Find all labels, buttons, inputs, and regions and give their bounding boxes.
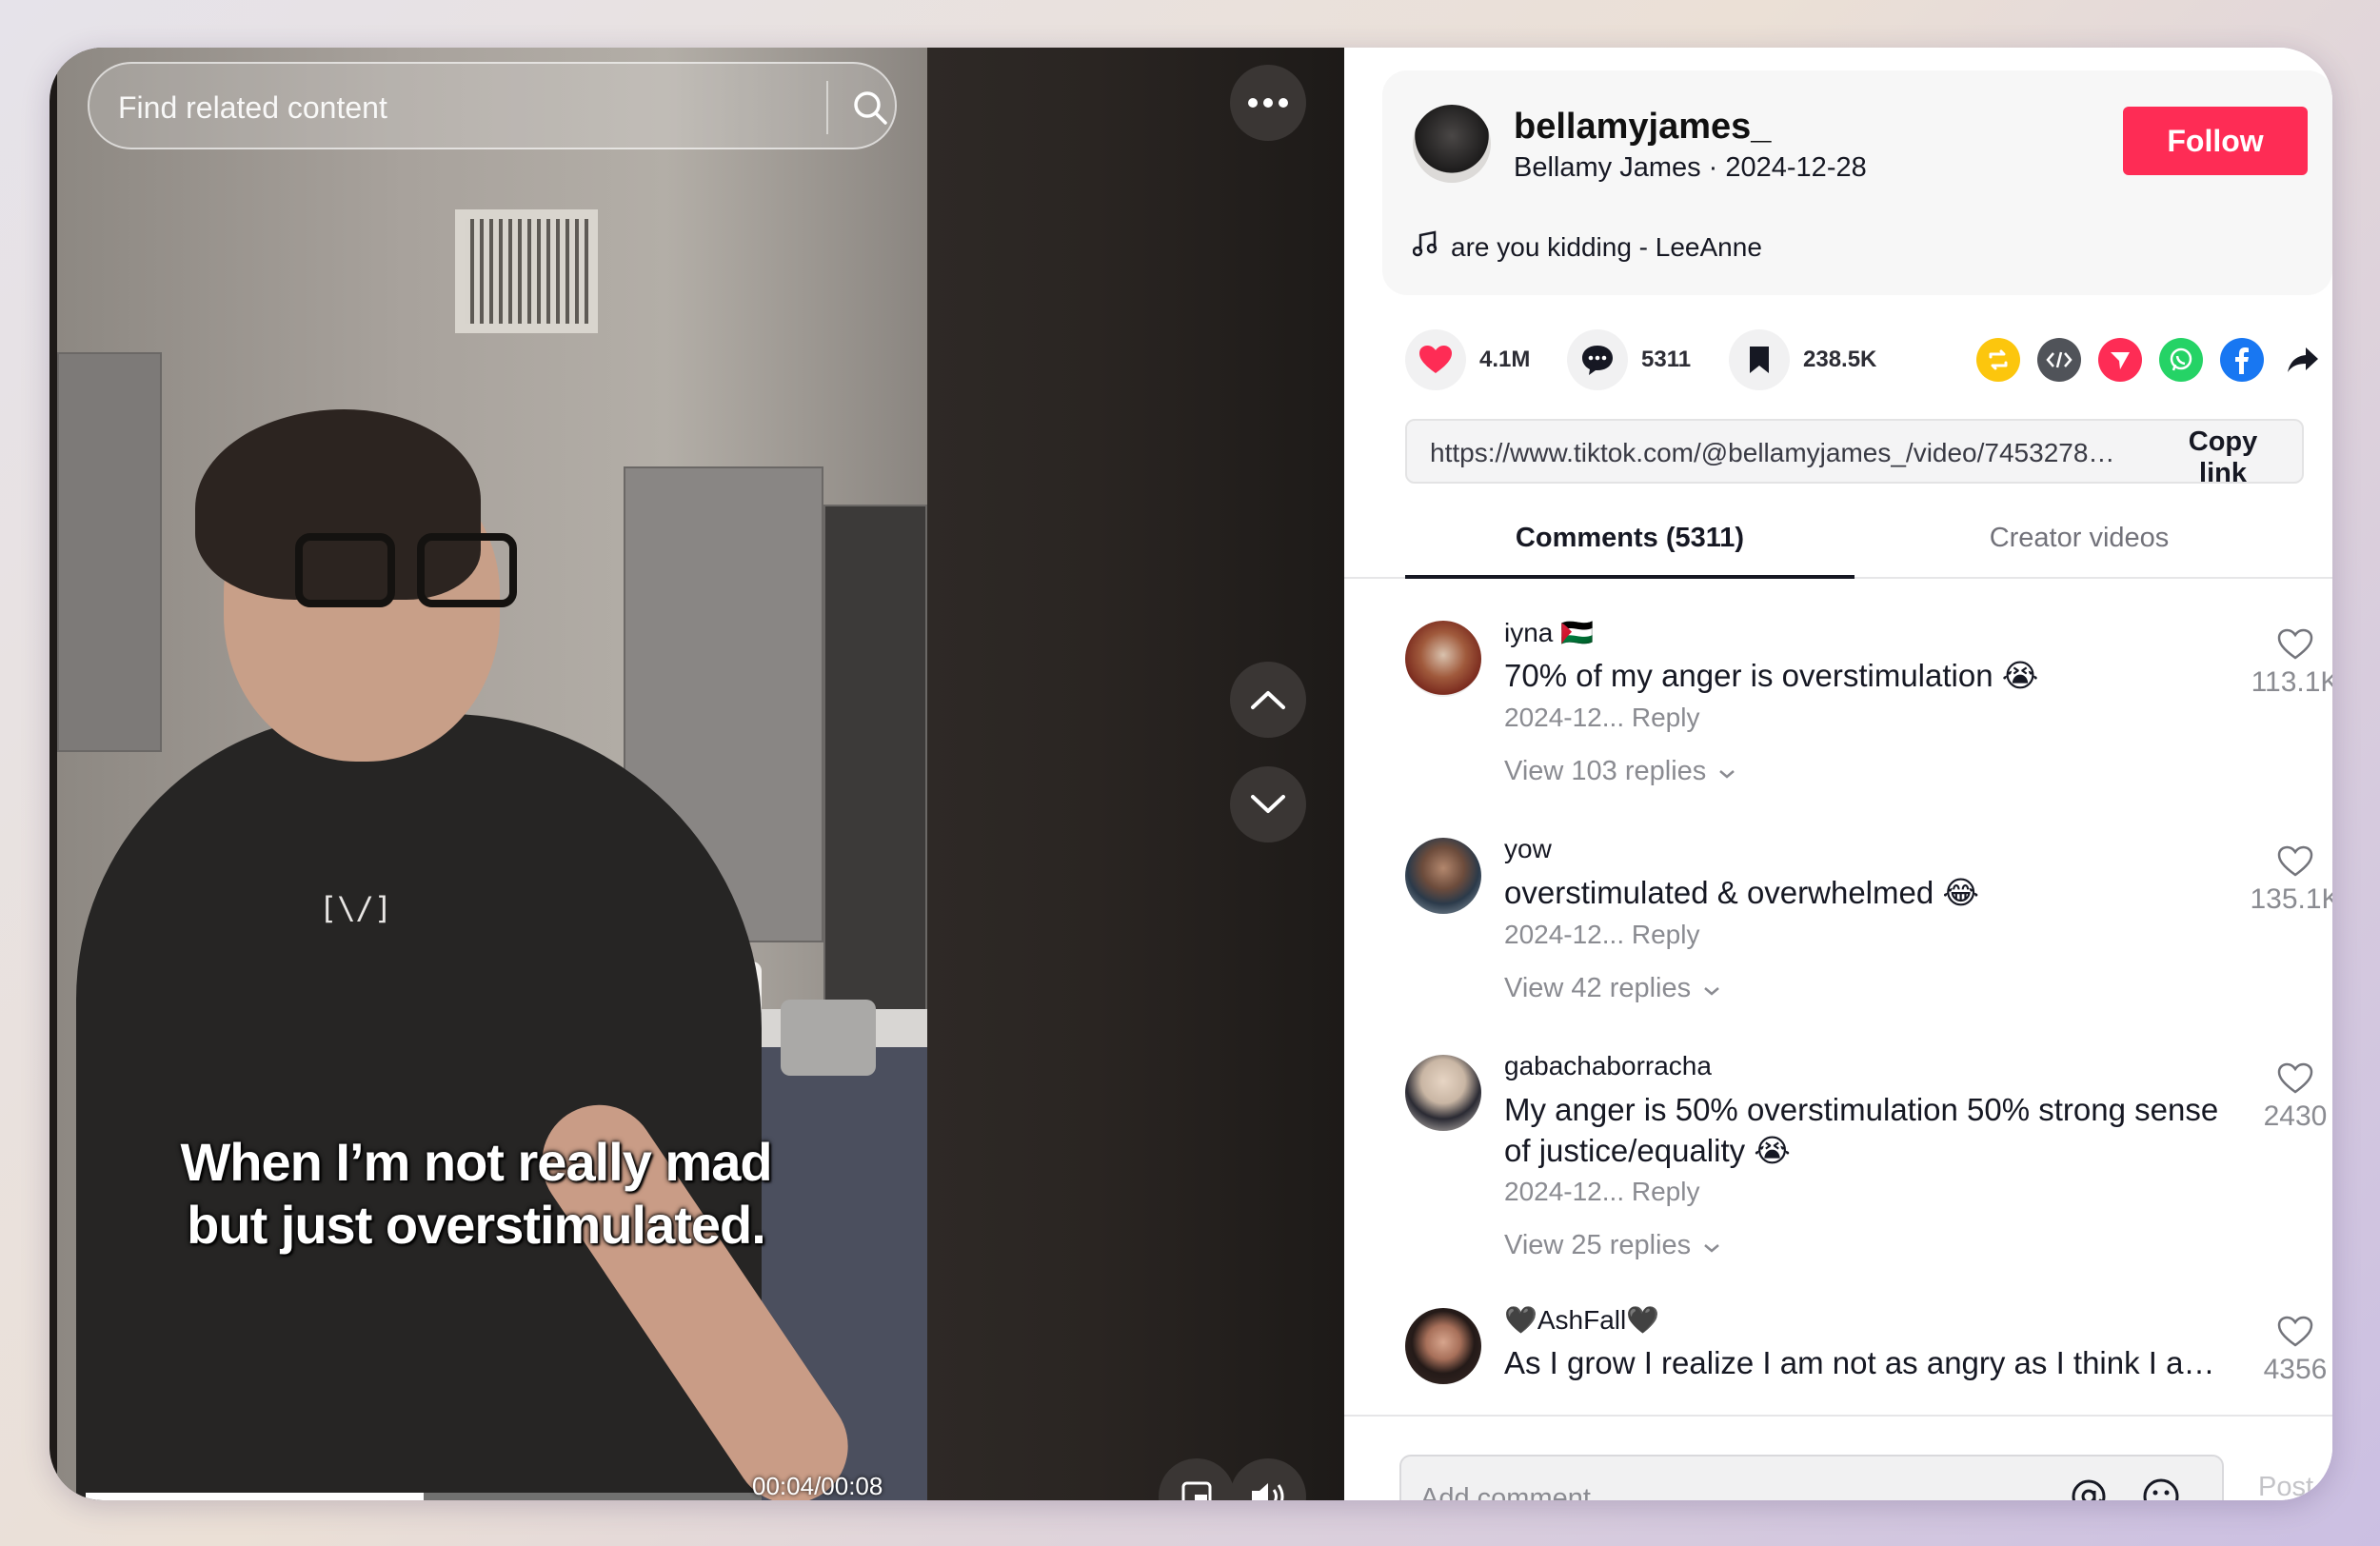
chevron-up-icon[interactable] bbox=[1230, 662, 1306, 738]
chevron-down-icon bbox=[1702, 973, 1721, 1004]
comment-like-count: 4356 bbox=[2263, 1354, 2328, 1385]
commenter-name[interactable]: gabachaborracha bbox=[1504, 1051, 1712, 1081]
comment-text: 70% of my anger is overstimulation 😭 bbox=[1504, 658, 2039, 693]
view-replies-label: View 42 replies bbox=[1504, 973, 1692, 1003]
embed-icon[interactable] bbox=[2037, 338, 2081, 382]
kitchen-cabinet bbox=[57, 352, 162, 752]
video-link-box: https://www.tiktok.com/@bellamyjames_/vi… bbox=[1405, 419, 2304, 488]
video-timecode: 00:04/00:08 bbox=[752, 1472, 883, 1500]
comment-list[interactable]: iyna 🇵🇸 70% of my anger is overstimulati… bbox=[1344, 581, 2332, 1466]
post-button[interactable]: Post bbox=[2258, 1472, 2313, 1500]
commenter-avatar[interactable] bbox=[1405, 1308, 1481, 1384]
music-row[interactable]: are you kidding - LeeAnne bbox=[1412, 230, 1762, 264]
commenter-avatar[interactable] bbox=[1405, 621, 1481, 697]
shirt-logo: [\/] bbox=[319, 890, 393, 926]
view-replies-label: View 103 replies bbox=[1504, 756, 1707, 786]
air-vent bbox=[455, 209, 598, 333]
search-input[interactable] bbox=[118, 81, 823, 134]
commenter-name[interactable]: iyna 🇵🇸 bbox=[1504, 617, 1594, 648]
save-count: 238.5K bbox=[1803, 347, 1877, 372]
chevron-down-icon bbox=[1717, 756, 1736, 787]
emoji-icon[interactable] bbox=[2140, 1476, 2182, 1500]
facebook-icon[interactable] bbox=[2220, 338, 2264, 382]
send-icon[interactable] bbox=[2098, 338, 2142, 382]
chevron-down-icon bbox=[1702, 1230, 1721, 1261]
copy-link-button[interactable]: Copy link bbox=[2144, 426, 2302, 488]
whatsapp-icon[interactable] bbox=[2159, 338, 2203, 382]
stats-row: 4.1M 5311 238.5K bbox=[1405, 326, 2318, 394]
comment-text: As I grow I realize I am not as angry as… bbox=[1504, 1345, 2228, 1380]
like-stat[interactable]: 4.1M bbox=[1405, 326, 1530, 394]
chevron-down-icon[interactable] bbox=[1230, 766, 1306, 842]
comment-like-count: 113.1K bbox=[2251, 666, 2332, 698]
mention-icon[interactable] bbox=[2068, 1476, 2110, 1500]
comment-input-box[interactable] bbox=[1399, 1455, 2224, 1500]
tab-creator-videos[interactable]: Creator videos bbox=[1854, 516, 2304, 579]
author-card: bellamyjames_ Bellamy James · 2024-12-28… bbox=[1382, 70, 2332, 295]
commenter-avatar[interactable] bbox=[1405, 1055, 1481, 1131]
author-subline: Bellamy James · 2024-12-28 bbox=[1514, 152, 1867, 183]
comment-text: My anger is 50% overstimulation 50% stro… bbox=[1504, 1092, 2219, 1168]
repost-icon[interactable] bbox=[1976, 338, 2020, 382]
share-arrow-icon[interactable] bbox=[2281, 338, 2325, 382]
search-icon[interactable] bbox=[842, 77, 899, 138]
comment-like[interactable]: 135.1K bbox=[2243, 845, 2332, 916]
comment-like[interactable]: 113.1K bbox=[2243, 628, 2332, 699]
video-frame[interactable]: [\/] When I’m not really mad but just ov… bbox=[57, 48, 927, 1500]
app-window: [\/] When I’m not really mad but just ov… bbox=[50, 48, 2332, 1500]
comment-composer: Post bbox=[1344, 1415, 2332, 1500]
comment-like[interactable]: 2430 bbox=[2243, 1062, 2332, 1133]
tab-comments[interactable]: Comments (5311) bbox=[1405, 516, 1854, 579]
video-caption: When I’m not really mad but just oversti… bbox=[143, 1131, 809, 1257]
comment-text: overstimulated & overwhelmed 😂 bbox=[1504, 875, 1979, 910]
commenter-name[interactable]: yow bbox=[1504, 834, 1552, 864]
comment-count: 5311 bbox=[1641, 347, 1692, 372]
panel-tabs: Comments (5311) Creator videos bbox=[1344, 516, 2332, 579]
toaster bbox=[781, 1000, 876, 1076]
comment-icon[interactable] bbox=[1567, 329, 1628, 390]
heart-outline-icon[interactable] bbox=[2277, 628, 2313, 661]
view-replies-label: View 25 replies bbox=[1504, 1230, 1692, 1260]
share-icons bbox=[1976, 326, 2325, 394]
author-avatar[interactable] bbox=[1413, 105, 1491, 183]
comment-meta[interactable]: 2024-12... Reply bbox=[1504, 703, 1699, 733]
bookmark-icon[interactable] bbox=[1729, 329, 1790, 390]
save-stat[interactable]: 238.5K bbox=[1729, 326, 1876, 394]
heart-icon[interactable] bbox=[1405, 329, 1466, 390]
heart-outline-icon[interactable] bbox=[2277, 1316, 2313, 1348]
search-bar[interactable] bbox=[88, 62, 897, 149]
author-username[interactable]: bellamyjames_ bbox=[1514, 107, 1771, 148]
caption-line: When I’m not really mad bbox=[180, 1132, 772, 1192]
heart-outline-icon[interactable] bbox=[2277, 1062, 2313, 1095]
music-title: are you kidding - LeeAnne bbox=[1451, 231, 1762, 262]
comment-input[interactable] bbox=[1420, 1477, 2030, 1500]
caption-line: but just overstimulated. bbox=[187, 1195, 766, 1255]
details-panel: bellamyjames_ Bellamy James · 2024-12-28… bbox=[1344, 48, 2332, 1500]
view-replies-button[interactable]: View 42 replies bbox=[1504, 973, 1721, 1004]
view-replies-button[interactable]: View 103 replies bbox=[1504, 756, 1736, 787]
view-replies-button[interactable]: View 25 replies bbox=[1504, 1230, 1721, 1261]
video-progress-fill bbox=[86, 1493, 424, 1500]
video-progress-bar[interactable] bbox=[86, 1493, 762, 1500]
commenter-name[interactable]: 🖤AshFall🖤 bbox=[1504, 1304, 1659, 1336]
like-count: 4.1M bbox=[1479, 347, 1531, 372]
comment-like-count: 135.1K bbox=[2250, 883, 2332, 915]
comment-like[interactable]: 4356 bbox=[2243, 1316, 2332, 1386]
kitchen-cabinet bbox=[823, 505, 927, 1019]
comment-stat[interactable]: 5311 bbox=[1567, 326, 1691, 394]
comment-like-count: 2430 bbox=[2263, 1100, 2328, 1132]
video-link-url[interactable]: https://www.tiktok.com/@bellamyjames_/vi… bbox=[1430, 438, 2115, 468]
heart-outline-icon[interactable] bbox=[2277, 845, 2313, 878]
follow-button[interactable]: Follow bbox=[2123, 107, 2308, 175]
search-divider bbox=[826, 81, 828, 134]
video-player[interactable]: [\/] When I’m not really mad but just ov… bbox=[50, 48, 1344, 1500]
person-glasses bbox=[295, 533, 524, 609]
comment-meta[interactable]: 2024-12... Reply bbox=[1504, 920, 1699, 950]
commenter-avatar[interactable] bbox=[1405, 838, 1481, 914]
person-body bbox=[76, 714, 762, 1500]
comment-meta[interactable]: 2024-12... Reply bbox=[1504, 1177, 1699, 1207]
more-dots-icon[interactable] bbox=[1230, 65, 1306, 141]
music-note-icon bbox=[1412, 230, 1438, 264]
